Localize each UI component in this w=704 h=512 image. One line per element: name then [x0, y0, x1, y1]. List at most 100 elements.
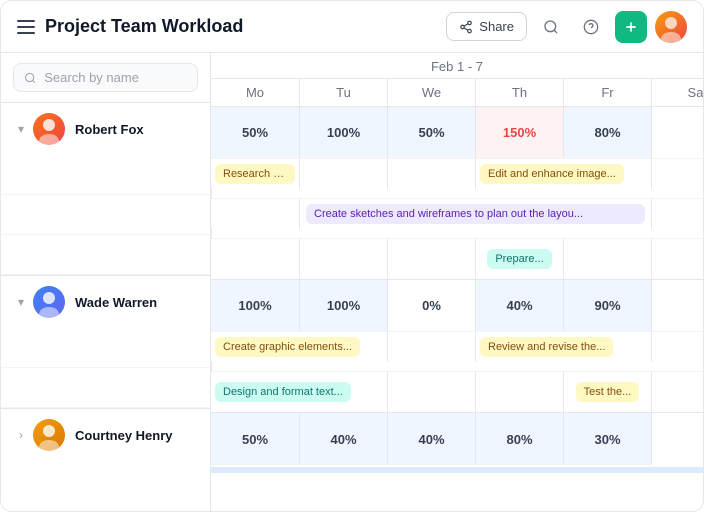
task-cell-test: Test the... — [563, 372, 651, 412]
task-sa-w1 — [211, 362, 299, 372]
task-cell-research: Research target audienc... — [211, 159, 299, 189]
search-field-icon — [24, 71, 36, 85]
workload-robert-sa — [651, 107, 703, 158]
add-button[interactable] — [615, 11, 647, 43]
person-name-courtney: Courtney Henry — [75, 428, 173, 443]
help-button[interactable] — [575, 11, 607, 43]
workload-courtney-we: 40% — [387, 413, 475, 465]
task-sa-r2 — [211, 229, 299, 239]
avatar-robert — [33, 113, 65, 145]
workload-courtney-th: 80% — [475, 413, 563, 465]
task-row-wade-1 — [1, 328, 210, 368]
avatar-img-robert — [33, 113, 65, 145]
share-icon — [459, 20, 473, 34]
task-row-robert-2 — [1, 195, 210, 235]
search-input[interactable] — [44, 70, 187, 85]
task-empty-sa-r3 — [651, 239, 703, 279]
task-cell-empty-we — [387, 159, 475, 189]
person-row-robert: ▾ Robert Fox — [1, 103, 210, 155]
workload-wade-tu: 100% — [299, 280, 387, 331]
task-empty-mo-r3 — [211, 239, 299, 279]
task-empty-fr-r3 — [563, 239, 651, 279]
workload-wade-th: 40% — [475, 280, 563, 331]
column-headers: Mo Tu We Th Fr Sa — [211, 79, 703, 107]
workload-wade-fr: 90% — [563, 280, 651, 331]
task-sa-w2 — [651, 372, 703, 412]
task-row-wade-grid-2: Design and format text... Test the... — [211, 372, 703, 412]
task-empty-th-w2 — [475, 372, 563, 412]
chevron-robert[interactable]: ▾ — [13, 121, 29, 137]
task-empty-tu-r3 — [299, 239, 387, 279]
sidebar-section-robert: ▾ Robert Fox — [1, 103, 210, 276]
person-row-courtney: › Courtney Henry — [1, 409, 210, 461]
workload-courtney-tu: 40% — [299, 413, 387, 465]
task-review[interactable]: Review and revise the... — [480, 337, 613, 357]
workload-robert-mo: 50% — [211, 107, 299, 158]
chevron-wade[interactable]: ▾ — [13, 294, 29, 310]
task-design[interactable]: Design and format text... — [215, 382, 351, 402]
workload-robert-we: 50% — [387, 107, 475, 158]
workload-courtney-fr: 30% — [563, 413, 651, 465]
task-empty-we-w1 — [387, 332, 475, 362]
task-empty-we-r3 — [387, 239, 475, 279]
page-title: Project Team Workload — [45, 16, 243, 37]
col-header-we: We — [387, 79, 475, 106]
sidebar-section-wade: ▾ Wade Warren — [1, 276, 210, 409]
avatar-wade — [33, 286, 65, 318]
task-row-robert-grid-2: Create sketches and wireframes to plan o… — [211, 199, 703, 239]
task-cell-design: Design and format text... — [211, 372, 387, 412]
col-header-fr: Fr — [563, 79, 651, 106]
col-header-mo: Mo — [211, 79, 299, 106]
task-sketches[interactable]: Create sketches and wireframes to plan o… — [306, 204, 645, 224]
avatar-img-courtney — [33, 419, 65, 451]
col-header-tu: Tu — [299, 79, 387, 106]
menu-icon[interactable] — [17, 20, 35, 34]
user-avatar[interactable] — [655, 11, 687, 43]
task-edit[interactable]: Edit and enhance image... — [480, 164, 624, 184]
task-research[interactable]: Research target audienc... — [215, 164, 295, 184]
grid-area: Feb 1 - 7 Mo Tu We Th Fr Sa 50% 100% 50%… — [211, 53, 703, 511]
task-fr-w1 — [651, 332, 703, 362]
search-input-wrap — [13, 63, 198, 92]
grid-section-wade: 100% 100% 0% 40% 90% Create graphic elem… — [211, 280, 703, 413]
workload-courtney-sa — [651, 413, 703, 465]
task-cell-sa-r1 — [211, 189, 299, 199]
workload-robert-th: 150% — [475, 107, 563, 158]
date-range-header: Feb 1 - 7 — [211, 53, 703, 79]
task-row-robert-3 — [1, 235, 210, 275]
chevron-courtney[interactable]: › — [13, 427, 29, 443]
workload-robert-tu: 100% — [299, 107, 387, 158]
task-cell-review: Review and revise the... — [475, 332, 651, 362]
grid-workload-wade: 100% 100% 0% 40% 90% — [211, 280, 703, 332]
grid-workload-courtney: 50% 40% 40% 80% 30% — [211, 413, 703, 465]
courtney-accent-bar — [211, 467, 703, 473]
task-test[interactable]: Test the... — [576, 382, 640, 402]
header-left: Project Team Workload — [17, 16, 243, 37]
task-row-robert-grid-3: Prepare... — [211, 239, 703, 279]
grid-workload-robert: 50% 100% 50% 150% 80% — [211, 107, 703, 159]
task-cell-fr-r1 — [651, 159, 703, 189]
main-content: ▾ Robert Fox ▾ Wade Warr — [1, 53, 703, 511]
person-row-wade: ▾ Wade Warren — [1, 276, 210, 328]
task-cell-prepare: Prepare... — [475, 239, 563, 279]
search-button[interactable] — [535, 11, 567, 43]
grid-section-robert: 50% 100% 50% 150% 80% Research target au… — [211, 107, 703, 280]
task-row-robert-1 — [1, 155, 210, 195]
workload-courtney-mo: 50% — [211, 413, 299, 465]
task-cell-graphic: Create graphic elements... — [211, 332, 387, 362]
plus-icon — [623, 19, 639, 35]
col-header-th: Th — [475, 79, 563, 106]
person-name-wade: Wade Warren — [75, 295, 157, 310]
share-button[interactable]: Share — [446, 12, 527, 41]
task-graphic[interactable]: Create graphic elements... — [215, 337, 360, 357]
task-row-wade-2 — [1, 368, 210, 408]
task-row-robert-grid-1: Research target audienc... Edit and enha… — [211, 159, 703, 199]
workload-robert-fr: 80% — [563, 107, 651, 158]
sidebar-section-courtney: › Courtney Henry — [1, 409, 210, 461]
task-prepare[interactable]: Prepare... — [487, 249, 551, 269]
search-icon — [543, 19, 559, 35]
avatar-img-wade — [33, 286, 65, 318]
task-empty-we-w2 — [387, 372, 475, 412]
task-row-wade-grid-1: Create graphic elements... Review and re… — [211, 332, 703, 372]
header: Project Team Workload Share — [1, 1, 703, 53]
